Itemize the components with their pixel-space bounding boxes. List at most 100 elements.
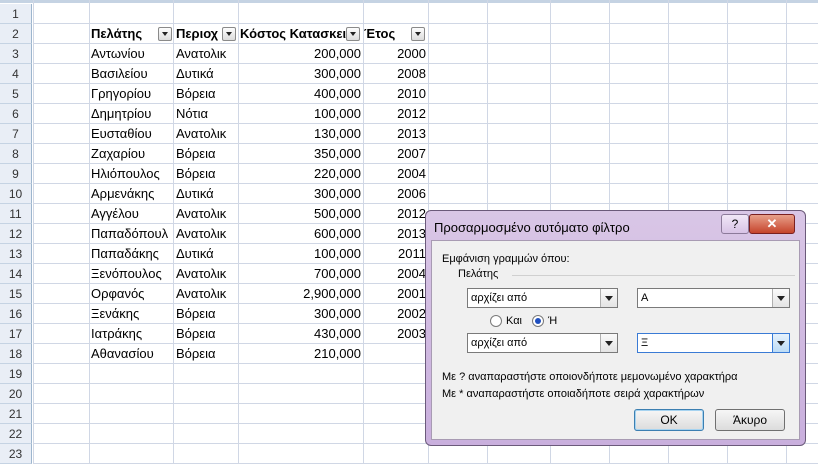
- row-header[interactable]: 18: [0, 344, 32, 364]
- and-radio[interactable]: [490, 315, 502, 327]
- cell-cost[interactable]: 100,000: [240, 104, 361, 124]
- row-header[interactable]: 16: [0, 304, 32, 324]
- cell-year[interactable]: 2007: [364, 144, 426, 164]
- chevron-down-icon[interactable]: [600, 289, 617, 307]
- or-radio[interactable]: [532, 315, 544, 327]
- cell-year[interactable]: 2004: [364, 264, 426, 284]
- cell-region[interactable]: Ανατολικ: [176, 44, 237, 64]
- cell-customer[interactable]: Ξενόπουλος: [91, 264, 171, 284]
- help-button[interactable]: ?: [721, 214, 749, 234]
- cell-region[interactable]: Νότια: [176, 104, 237, 124]
- cell-cost[interactable]: 400,000: [240, 84, 361, 104]
- cell-cost[interactable]: 600,000: [240, 224, 361, 244]
- cell-customer[interactable]: Ζαχαρίου: [91, 144, 171, 164]
- cell-year[interactable]: 2000: [364, 44, 426, 64]
- cell-year[interactable]: 2002: [364, 304, 426, 324]
- cell-customer[interactable]: Γρηγορίου: [91, 84, 171, 104]
- filter-dropdown-icon[interactable]: [346, 27, 360, 41]
- cell-customer[interactable]: Αρμενάκης: [91, 184, 171, 204]
- row-header[interactable]: 23: [0, 444, 32, 464]
- cell-customer[interactable]: Ηλιόπουλος: [91, 164, 171, 184]
- cell-year[interactable]: 2008: [364, 64, 426, 84]
- cell-year[interactable]: 2006: [364, 184, 426, 204]
- cell-customer[interactable]: Αθανασίου: [91, 344, 171, 364]
- or-label[interactable]: Ή: [548, 315, 557, 327]
- cell-cost[interactable]: 300,000: [240, 184, 361, 204]
- cell-year[interactable]: 2001: [364, 284, 426, 304]
- cell-region[interactable]: Ανατολικ: [176, 224, 237, 244]
- condition1-operator-select[interactable]: αρχίζει από: [467, 288, 618, 308]
- cell-cost[interactable]: 100,000: [240, 244, 361, 264]
- filter-dropdown-icon[interactable]: [222, 27, 236, 41]
- cell-customer[interactable]: Ξενάκης: [91, 304, 171, 324]
- cell-region[interactable]: Βόρεια: [176, 144, 237, 164]
- cell-year[interactable]: 2012: [364, 204, 426, 224]
- cell-cost[interactable]: 350,000: [240, 144, 361, 164]
- cell-cost[interactable]: 700,000: [240, 264, 361, 284]
- cell-customer[interactable]: Δημητρίου: [91, 104, 171, 124]
- cell-year[interactable]: 2012: [364, 104, 426, 124]
- row-header[interactable]: 11: [0, 204, 32, 224]
- row-header[interactable]: 6: [0, 104, 32, 124]
- cell-customer[interactable]: Παπαδάκης: [91, 244, 171, 264]
- cell-region[interactable]: Βόρεια: [176, 304, 237, 324]
- row-header[interactable]: 14: [0, 264, 32, 284]
- chevron-down-icon[interactable]: [600, 334, 617, 352]
- cell-cost[interactable]: 200,000: [240, 44, 361, 64]
- ok-button[interactable]: OK: [634, 409, 704, 431]
- cell-year[interactable]: 2013: [364, 124, 426, 144]
- cell-customer[interactable]: Ορφανός: [91, 284, 171, 304]
- cell-customer[interactable]: Παπαδόπουλ: [91, 224, 171, 244]
- cell-region[interactable]: Βόρεια: [176, 84, 237, 104]
- cell-year[interactable]: 2013: [364, 224, 426, 244]
- cell-region[interactable]: Ανατολικ: [176, 284, 237, 304]
- cell-region[interactable]: Δυτικά: [176, 244, 237, 264]
- condition1-value-select[interactable]: Α: [637, 288, 790, 308]
- row-header[interactable]: 7: [0, 124, 32, 144]
- filter-dropdown-icon[interactable]: [411, 27, 425, 41]
- close-button[interactable]: ✕: [749, 214, 795, 234]
- column-header-cost[interactable]: Κόστος Κατασκει: [240, 24, 361, 44]
- row-header[interactable]: 2: [0, 24, 32, 44]
- cell-customer[interactable]: Αγγέλου: [91, 204, 171, 224]
- cell-customer[interactable]: Ιατράκης: [91, 324, 171, 344]
- cell-cost[interactable]: 430,000: [240, 324, 361, 344]
- chevron-down-icon[interactable]: [772, 289, 789, 307]
- row-header[interactable]: 1: [0, 4, 32, 24]
- cell-cost[interactable]: 300,000: [240, 304, 361, 324]
- row-header[interactable]: 21: [0, 404, 32, 424]
- row-header[interactable]: 22: [0, 424, 32, 444]
- cell-region[interactable]: Ανατολικ: [176, 124, 237, 144]
- cell-year[interactable]: 2011: [364, 244, 426, 264]
- cell-year[interactable]: 2004: [364, 164, 426, 184]
- cell-year[interactable]: 2010: [364, 84, 426, 104]
- row-header[interactable]: 12: [0, 224, 32, 244]
- row-header[interactable]: 9: [0, 164, 32, 184]
- cell-customer[interactable]: Ευσταθίου: [91, 124, 171, 144]
- row-header[interactable]: 19: [0, 364, 32, 384]
- cell-year[interactable]: 2003: [364, 324, 426, 344]
- cell-region[interactable]: Δυτικά: [176, 64, 237, 84]
- cancel-button[interactable]: Άκυρο: [715, 409, 785, 431]
- chevron-down-icon[interactable]: [772, 334, 789, 352]
- cell-region[interactable]: Βόρεια: [176, 324, 237, 344]
- cell-region[interactable]: Δυτικά: [176, 184, 237, 204]
- row-header[interactable]: 10: [0, 184, 32, 204]
- cell-cost[interactable]: 130,000: [240, 124, 361, 144]
- cell-cost[interactable]: 500,000: [240, 204, 361, 224]
- row-header[interactable]: 3: [0, 44, 32, 64]
- row-header[interactable]: 13: [0, 244, 32, 264]
- cell-cost[interactable]: 220,000: [240, 164, 361, 184]
- row-header[interactable]: 4: [0, 64, 32, 84]
- cell-customer[interactable]: Βασιλείου: [91, 64, 171, 84]
- cell-region[interactable]: Βόρεια: [176, 344, 237, 364]
- row-header[interactable]: 15: [0, 284, 32, 304]
- cell-region[interactable]: Ανατολικ: [176, 204, 237, 224]
- filter-dropdown-icon[interactable]: [158, 27, 172, 41]
- row-header[interactable]: 8: [0, 144, 32, 164]
- cell-customer[interactable]: Αντωνίου: [91, 44, 171, 64]
- cell-region[interactable]: Ανατολικ: [176, 264, 237, 284]
- condition2-operator-select[interactable]: αρχίζει από: [467, 333, 618, 353]
- row-header[interactable]: 17: [0, 324, 32, 344]
- cell-cost[interactable]: 2,900,000: [240, 284, 361, 304]
